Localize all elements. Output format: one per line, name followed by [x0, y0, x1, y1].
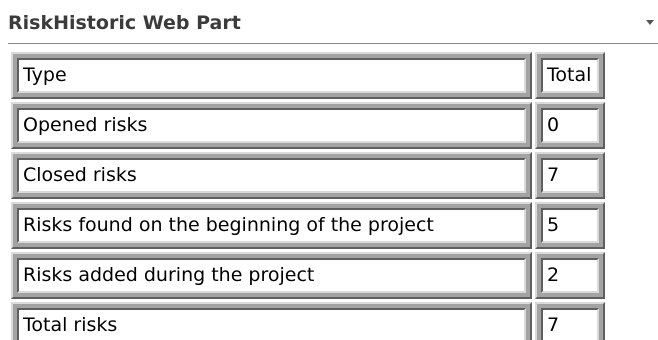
- total-cell: 5: [535, 202, 605, 249]
- type-value: Closed risks: [17, 158, 526, 193]
- header-type-label: Type: [17, 58, 526, 93]
- total-cell: 7: [535, 152, 605, 199]
- webpart-header: RiskHistoric Web Part: [8, 10, 658, 44]
- type-value: Opened risks: [17, 108, 526, 143]
- total-value: 2: [541, 258, 599, 293]
- type-cell: Risks found on the beginning of the proj…: [11, 202, 532, 249]
- type-value: Total risks: [17, 308, 526, 340]
- risk-historic-table: Type Total Opened risks 0 Closed risks 7…: [11, 52, 605, 340]
- total-value: 7: [541, 158, 599, 193]
- header-cell-total: Total: [535, 52, 605, 99]
- type-cell: Total risks: [11, 302, 532, 340]
- total-value: 7: [541, 308, 599, 340]
- header-cell-type: Type: [11, 52, 532, 99]
- header-total-label: Total: [541, 58, 599, 93]
- type-cell: Risks added during the project: [11, 252, 532, 299]
- type-value: Risks added during the project: [17, 258, 526, 293]
- type-cell: Opened risks: [11, 102, 532, 149]
- type-value: Risks found on the beginning of the proj…: [17, 208, 526, 243]
- total-value: 0: [541, 108, 599, 143]
- total-cell: 2: [535, 252, 605, 299]
- chevron-down-icon[interactable]: [646, 20, 654, 25]
- total-value: 5: [541, 208, 599, 243]
- total-cell: 0: [535, 102, 605, 149]
- total-cell: 7: [535, 302, 605, 340]
- type-cell: Closed risks: [11, 152, 532, 199]
- webpart-title: RiskHistoric Web Part: [8, 12, 241, 34]
